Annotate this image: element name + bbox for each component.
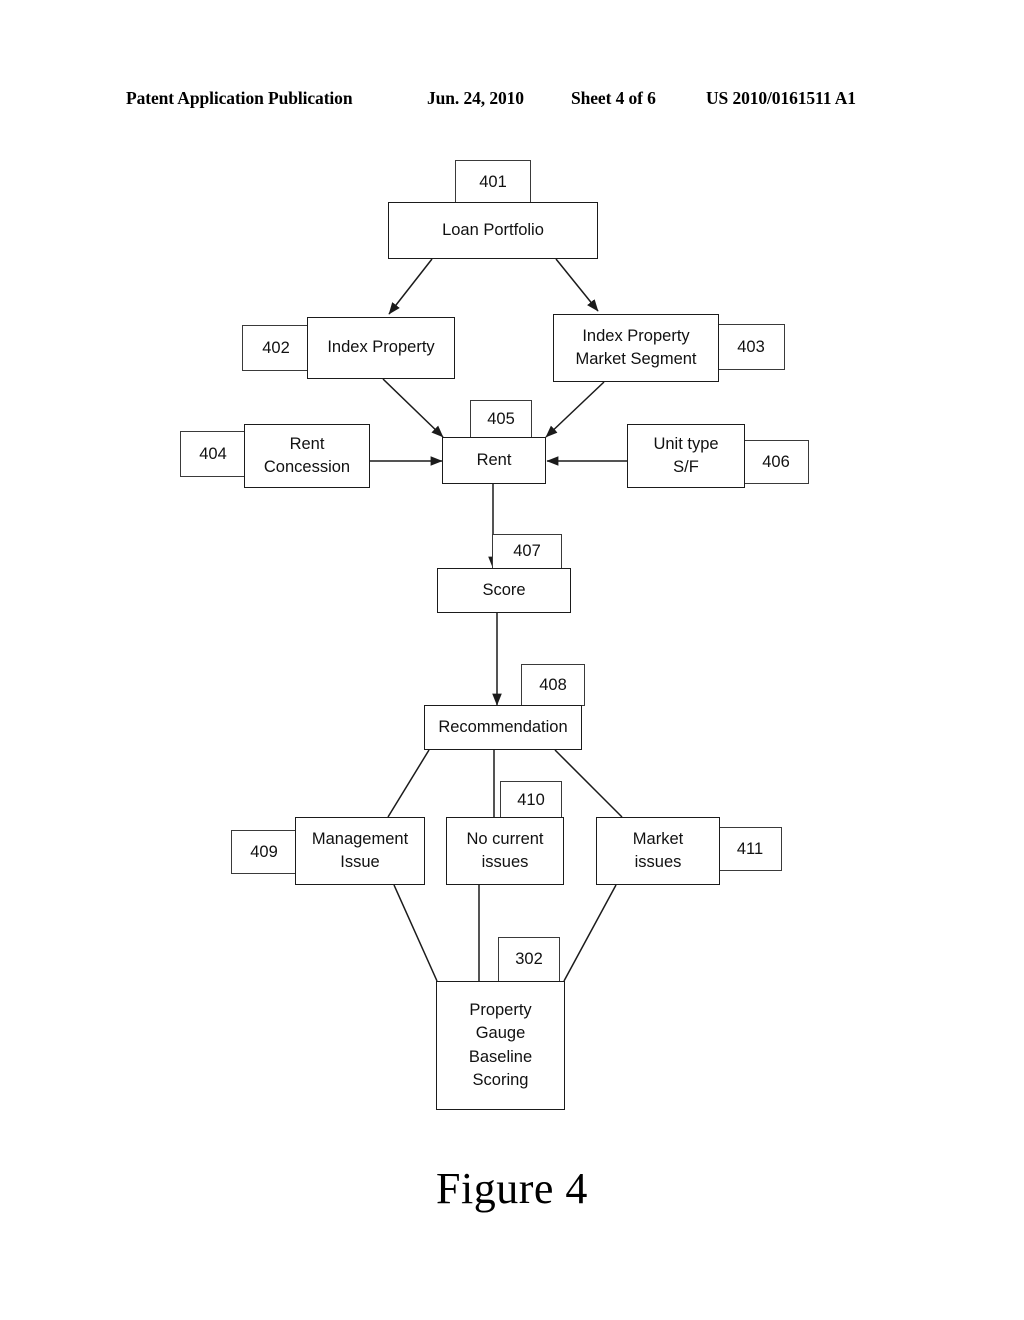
edge-408-411 — [554, 749, 623, 818]
node-score-line-1: Score — [482, 580, 526, 599]
node-property-gauge-line-2: Gauge — [475, 1024, 526, 1043]
ref-label-411: 411 — [718, 827, 782, 871]
ref-label-405: 405 — [470, 400, 532, 439]
node-no-current-issues[interactable]: No current issues — [446, 817, 564, 885]
node-index-property-market-segment[interactable]: Index Property Market Segment — [553, 314, 719, 382]
ref-label-302: 302 — [498, 937, 560, 982]
node-loan-portfolio-line-1: Loan Portfolio — [442, 220, 544, 239]
ref-label-409: 409 — [231, 830, 297, 874]
node-property-gauge-line-1: Property — [469, 1000, 532, 1019]
edge-409-302 — [393, 884, 438, 982]
node-property-gauge-line-3: Baseline — [468, 1047, 533, 1066]
node-loan-portfolio[interactable]: Loan Portfolio — [388, 202, 598, 259]
node-index-property-market-segment-line-2: Market Segment — [575, 350, 697, 368]
node-index-property-line-1: Index Property — [327, 338, 435, 357]
ref-label-402: 402 — [242, 325, 310, 371]
node-no-current-issues-line-1: No current — [466, 829, 544, 848]
node-score[interactable]: Score — [437, 568, 571, 613]
ref-label-404: 404 — [180, 431, 246, 477]
node-property-gauge-baseline-scoring[interactable]: Property Gauge Baseline Scoring — [436, 981, 565, 1110]
ref-label-407: 407 — [492, 534, 562, 569]
ref-label-403: 403 — [717, 324, 785, 370]
edge-408-409 — [387, 749, 430, 818]
node-rent-concession-line-2: Concession — [263, 458, 351, 476]
node-unit-type-sf-line-1: Unit type — [653, 434, 719, 453]
ref-label-406: 406 — [743, 440, 809, 484]
flowchart-diagram: 401 Loan Portfolio 402 Index Property 40… — [0, 0, 1024, 1320]
node-index-property-market-segment-line-1: Index Property — [582, 326, 690, 345]
node-no-current-issues-line-2: issues — [481, 853, 529, 871]
node-rent-concession-line-1: Rent — [289, 434, 325, 453]
node-recommendation[interactable]: Recommendation — [424, 705, 582, 750]
edge-403-405 — [545, 381, 605, 438]
edge-401-403 — [555, 258, 599, 312]
node-unit-type-sf[interactable]: Unit type S/F — [627, 424, 745, 488]
ref-label-410: 410 — [500, 781, 562, 819]
node-rent-line-1: Rent — [476, 450, 512, 469]
node-management-issue-line-1: Management — [311, 829, 409, 848]
ref-label-401: 401 — [455, 160, 531, 204]
node-rent-concession[interactable]: Rent Concession — [244, 424, 370, 488]
edge-402-405 — [382, 378, 444, 438]
node-rent[interactable]: Rent — [442, 437, 546, 484]
node-management-issue[interactable]: Management Issue — [295, 817, 425, 885]
node-property-gauge-line-4: Scoring — [472, 1070, 529, 1089]
edge-411-302 — [563, 884, 617, 982]
node-market-issues[interactable]: Market issues — [596, 817, 720, 885]
figure-caption: Figure 4 — [436, 1164, 588, 1213]
node-index-property[interactable]: Index Property — [307, 317, 455, 379]
ref-label-408: 408 — [521, 664, 585, 706]
node-market-issues-line-2: issues — [634, 853, 682, 871]
node-recommendation-line-1: Recommendation — [438, 717, 568, 736]
node-management-issue-line-2: Issue — [340, 853, 380, 871]
node-unit-type-sf-line-2: S/F — [673, 458, 699, 476]
node-market-issues-line-1: Market — [632, 829, 684, 848]
edge-401-402 — [388, 258, 433, 315]
